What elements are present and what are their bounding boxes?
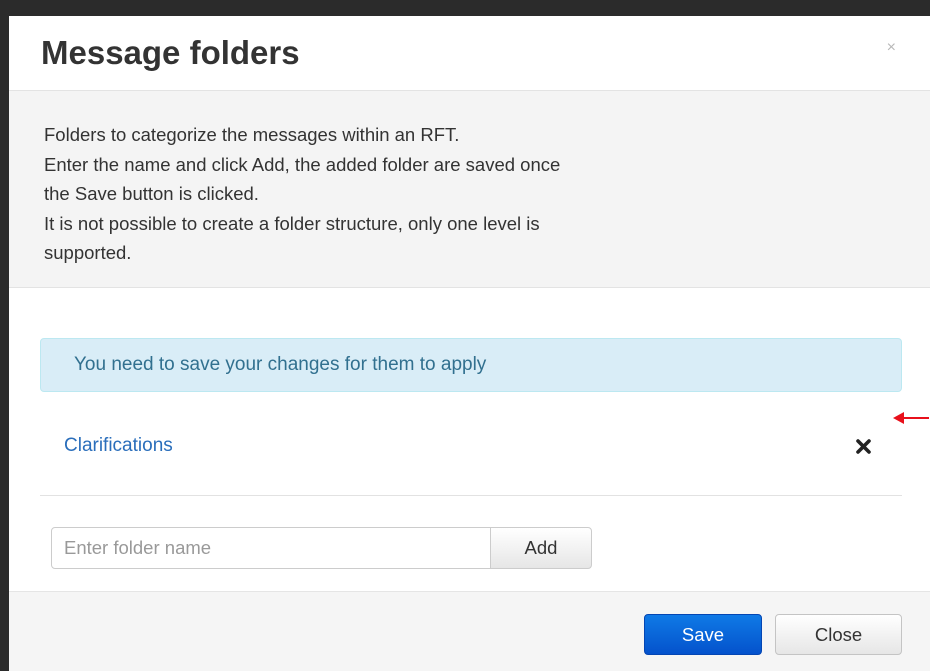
dialog-close-icon[interactable]: × bbox=[887, 38, 896, 58]
modal-title: Message folders bbox=[41, 34, 300, 71]
modal-header: Message folders × bbox=[9, 16, 930, 90]
modal-footer: Save Close bbox=[9, 591, 930, 671]
info-text: Folders to categorize the messages withi… bbox=[44, 120, 884, 268]
info-line: Enter the name and click Add, the added … bbox=[44, 153, 561, 175]
info-panel: Folders to categorize the messages withi… bbox=[9, 90, 930, 288]
info-line: supported. bbox=[44, 242, 132, 263]
alert-text: You need to save your changes for them t… bbox=[74, 354, 487, 375]
backdrop-edge bbox=[0, 0, 9, 671]
annotation-arrow-icon bbox=[893, 412, 929, 424]
add-folder-group: Add bbox=[51, 527, 592, 569]
folder-name-link[interactable]: Clarifications bbox=[64, 434, 173, 458]
save-button[interactable]: Save bbox=[644, 614, 762, 655]
close-button[interactable]: Close bbox=[775, 614, 902, 655]
remove-icon[interactable] bbox=[853, 435, 875, 457]
unsaved-changes-alert: You need to save your changes for them t… bbox=[40, 338, 902, 392]
folder-list-item: Clarifications bbox=[40, 424, 902, 476]
backdrop bbox=[0, 0, 930, 16]
folder-name-input[interactable] bbox=[51, 527, 491, 569]
divider bbox=[40, 495, 902, 496]
info-line: It is not possible to create a folder st… bbox=[44, 212, 540, 234]
info-line: Folders to categorize the messages withi… bbox=[44, 124, 460, 145]
info-line: the Save button is clicked. bbox=[44, 183, 259, 204]
message-folders-dialog: Message folders × Folders to categorize … bbox=[9, 16, 930, 671]
add-button[interactable]: Add bbox=[490, 527, 592, 569]
